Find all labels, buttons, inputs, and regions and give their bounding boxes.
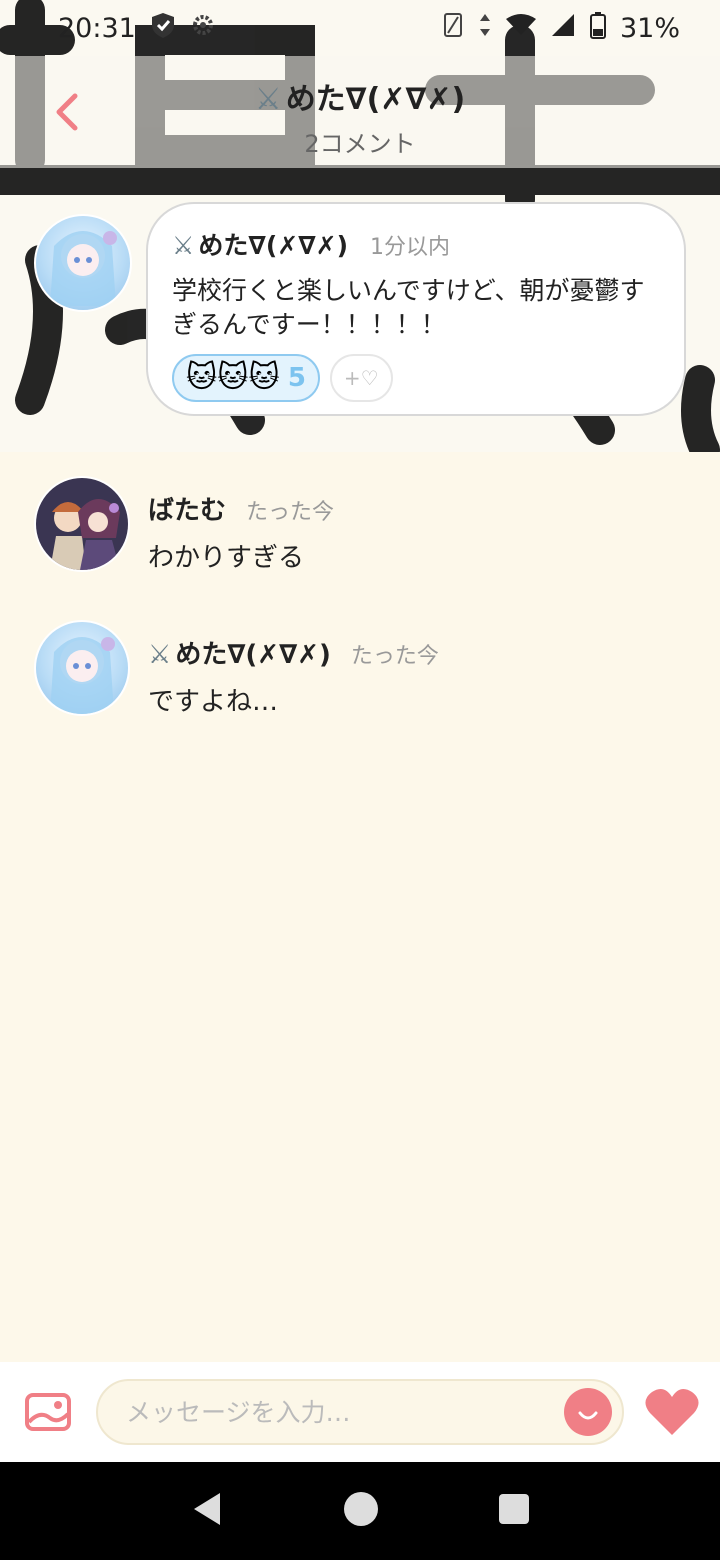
battery-icon [589, 11, 606, 46]
crossed-swords-icon: ⚔ [254, 82, 282, 117]
data-arrows-icon [478, 12, 492, 45]
comment-item: ⚔ めた∇(✗∇✗) たった今 ですよね… [34, 620, 439, 718]
reaction-row: 🐱🐱🐱 5 +♡ [172, 354, 660, 402]
header-title-block: ⚔ めた∇(✗∇✗) 2コメント [0, 74, 720, 159]
post-text: 学校行くと楽しいんですけど、朝が憂鬱すぎるんですー！！！！！ [172, 276, 645, 339]
cat-face-icon: 🐱🐱🐱 [186, 360, 280, 395]
smile-icon [578, 1411, 598, 1420]
nav-home-icon[interactable] [343, 1491, 379, 1531]
comment-list: ばたむ たった今 わかりすぎる ⚔ めた∇(✗∇✗) たった今 ですよね… [0, 452, 720, 1360]
system-nav-bar [0, 1462, 720, 1560]
status-bar: 20:31 31% [0, 0, 720, 56]
nav-back-icon[interactable] [190, 1491, 224, 1531]
comment-avatar[interactable] [34, 620, 130, 716]
post-author-name[interactable]: ⚔ めた∇(✗∇✗) [172, 226, 348, 262]
nav-recents-icon[interactable] [498, 1493, 530, 1529]
comment-author-name[interactable]: ばたむ [148, 490, 226, 527]
comment-item: ばたむ たった今 わかりすぎる [34, 476, 334, 574]
message-input[interactable] [124, 1396, 564, 1428]
message-field [96, 1379, 624, 1445]
attach-image-button[interactable] [24, 1392, 72, 1432]
like-button[interactable] [644, 1387, 700, 1437]
page-title: ⚔ めた∇(✗∇✗) [254, 82, 466, 117]
message-input-bar [0, 1362, 720, 1462]
comment-text: ですよね… [148, 687, 279, 717]
comment-avatar[interactable] [34, 476, 130, 572]
emoji-button[interactable] [564, 1388, 612, 1436]
battery-percent: 31% [619, 12, 680, 44]
heart-icon [645, 1388, 699, 1435]
signal-icon [550, 12, 576, 45]
comment-text: わかりすぎる [148, 543, 305, 573]
comment-time: たった今 [350, 644, 439, 669]
image-icon [25, 1393, 71, 1431]
post-author-avatar[interactable] [34, 214, 132, 312]
reaction-count: 5 [287, 363, 306, 393]
crossed-swords-icon: ⚔ [148, 640, 172, 670]
reaction-button-cat[interactable]: 🐱🐱🐱 5 [172, 354, 320, 402]
shield-icon [150, 11, 176, 46]
wifi-icon [505, 13, 536, 44]
no-sim-icon [442, 11, 464, 46]
comment-author-name[interactable]: ⚔ めた∇(✗∇✗) [148, 634, 331, 671]
crossed-swords-icon: ⚔ [172, 231, 195, 260]
post-card: ⚔ めた∇(✗∇✗) 1分以内 学校行くと楽しいんですけど、朝が憂鬱すぎるんですー… [146, 202, 686, 416]
post-time: 1分以内 [370, 235, 451, 260]
settings-gear-icon [190, 12, 216, 45]
comment-count: 2コメント [304, 130, 416, 158]
comment-time: たった今 [246, 500, 335, 525]
add-heart-icon: +♡ [343, 366, 379, 390]
status-time: 20:31 [58, 12, 136, 44]
add-reaction-button[interactable]: +♡ [329, 354, 393, 402]
